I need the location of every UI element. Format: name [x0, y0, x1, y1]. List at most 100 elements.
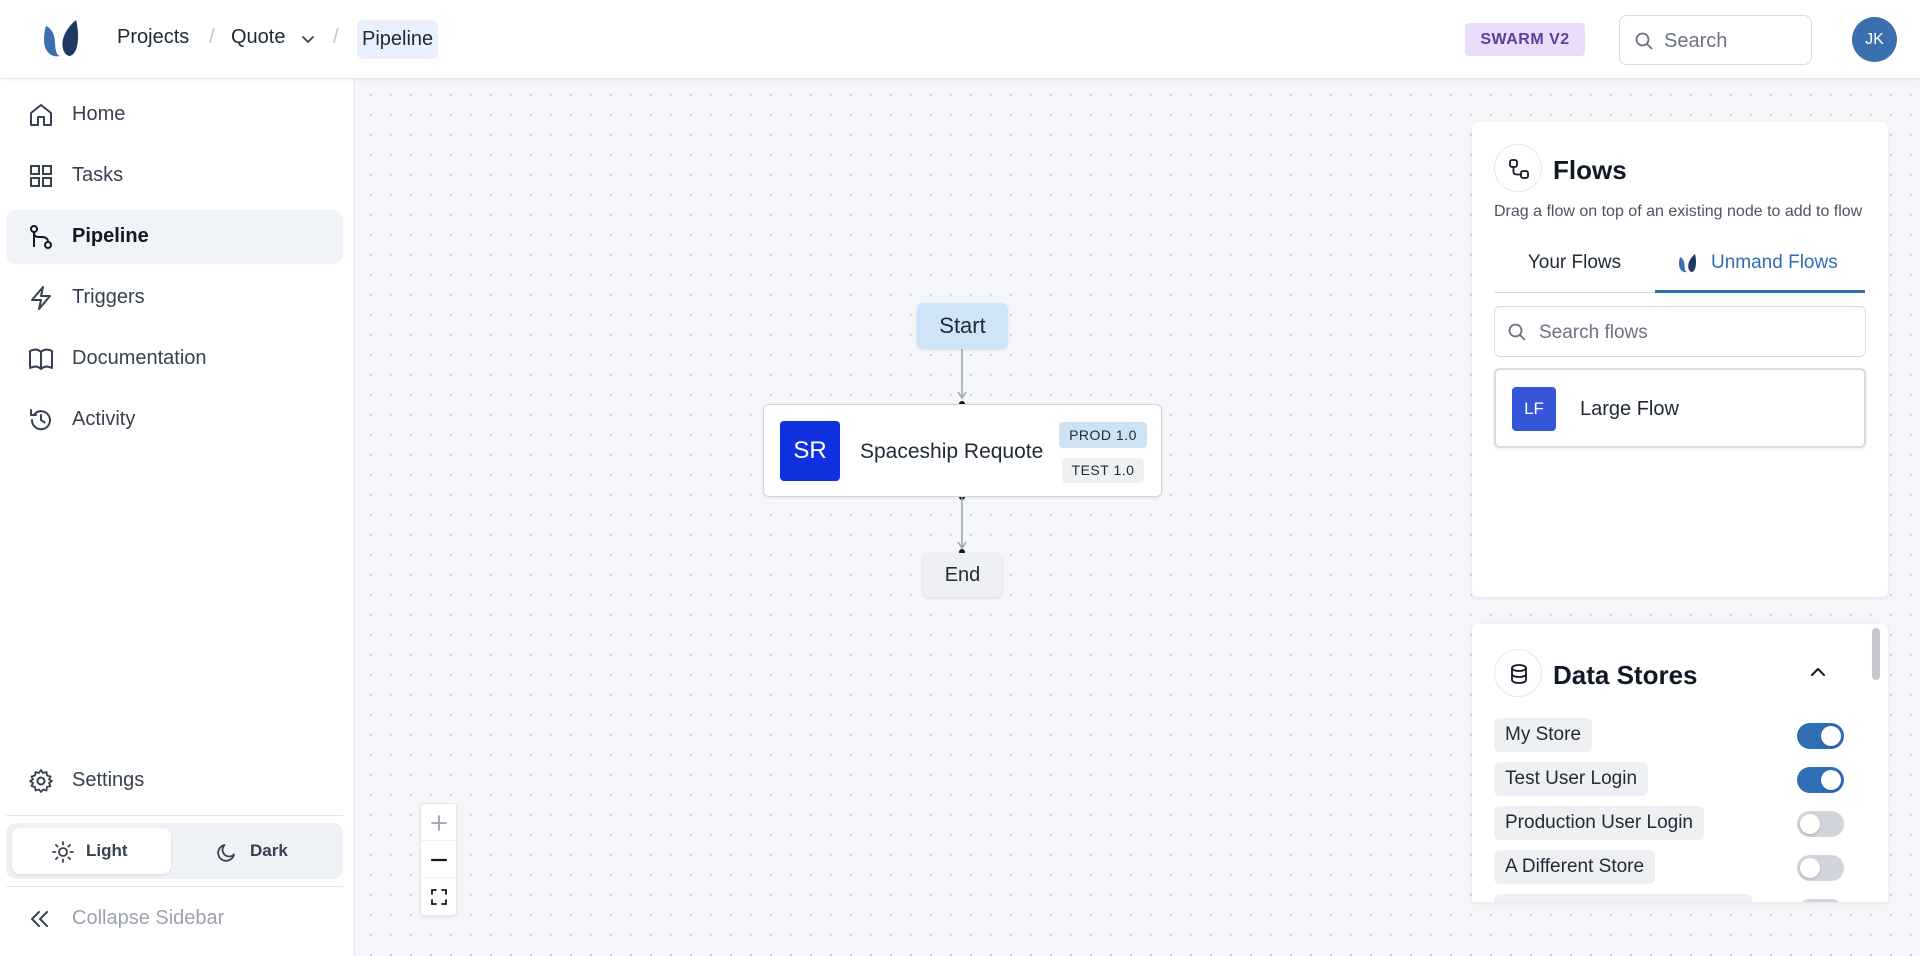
data-store-row: My Store [1494, 718, 1844, 754]
flows-title: Flows [1553, 155, 1627, 185]
sidebar-item-label: Triggers [72, 286, 145, 308]
moon-icon [217, 844, 235, 862]
sidebar-item-pipeline[interactable]: Pipeline [6, 210, 343, 264]
flow-avatar: LF [1512, 387, 1556, 431]
flow-item-label: Large Flow [1580, 398, 1679, 420]
history-icon [30, 409, 51, 431]
node-title: Spaceship Requote [860, 440, 1044, 463]
data-store-label: Production User Login [1494, 806, 1704, 840]
unmand-logo-icon [1679, 254, 1696, 273]
data-store-row: A Different Store [1494, 850, 1844, 886]
data-store-toggle[interactable] [1797, 899, 1844, 902]
sidebar-item-label: Tasks [72, 164, 124, 186]
scrollbar[interactable] [1867, 626, 1885, 902]
book-icon [29, 348, 53, 370]
breadcrumb-separator: / [333, 26, 339, 48]
scrollbar-thumb[interactable] [1872, 628, 1880, 680]
data-store-toggle[interactable] [1797, 811, 1844, 837]
search-icon [1508, 323, 1526, 341]
grid-icon [30, 165, 52, 187]
toggle-knob [1821, 726, 1841, 746]
light-theme-button[interactable]: Light [12, 828, 171, 874]
tab-label: Unmand Flows [1711, 252, 1838, 273]
sidebar-divider [6, 815, 343, 816]
data-stores-panel: Data Stores My Store Test User Login Pro… [1472, 624, 1888, 902]
sidebar-item-label: Documentation [72, 347, 207, 369]
theme-toggle: Light Dark [6, 823, 343, 879]
sidebar-item-documentation[interactable]: Documentation [6, 332, 343, 386]
chevron-up-icon[interactable] [1808, 662, 1828, 682]
data-store-row: Production User Login [1494, 806, 1844, 842]
data-stores-title: Data Stores [1553, 660, 1698, 690]
app-logo-icon[interactable] [40, 18, 80, 60]
data-store-row: Test User Login [1494, 762, 1844, 798]
fullscreen-icon [431, 889, 447, 905]
sidebar-item-label: Home [72, 103, 126, 125]
sidebar-divider [6, 886, 343, 887]
data-store-chip-partial [1494, 894, 1752, 902]
data-store-label: A Different Store [1494, 850, 1656, 884]
data-store-label: My Store [1494, 718, 1593, 752]
flows-panel: Flows Drag a flow on top of an existing … [1472, 122, 1888, 597]
toggle-knob [1800, 814, 1820, 834]
flow-search[interactable] [1494, 306, 1866, 357]
prod-version-tag: PROD 1.0 [1059, 422, 1147, 448]
end-node[interactable]: End [923, 553, 1002, 597]
flow-list-item[interactable]: LF Large Flow [1494, 368, 1866, 448]
global-search[interactable] [1619, 15, 1812, 65]
breadcrumb-pipeline[interactable]: Pipeline [357, 20, 439, 59]
data-store-toggle[interactable] [1797, 767, 1844, 793]
data-store-row-partial [1494, 894, 1844, 902]
tab-your-flows[interactable]: Your Flows [1494, 251, 1655, 293]
search-icon [1635, 32, 1653, 50]
sun-icon [52, 841, 74, 863]
data-store-toggle[interactable] [1797, 855, 1844, 881]
minus-icon [430, 858, 448, 862]
start-node[interactable]: Start [917, 303, 1008, 349]
node-avatar: SR [780, 421, 840, 481]
database-icon-badge [1494, 649, 1542, 697]
version-badge: SWARM V2 [1465, 23, 1585, 56]
sidebar-item-triggers[interactable]: Triggers [6, 271, 343, 325]
collapse-sidebar-button[interactable]: Collapse Sidebar [28, 907, 224, 936]
gear-icon [29, 769, 53, 793]
zoom-in-button[interactable] [421, 804, 456, 841]
sidebar: Home Tasks Pipeline Triggers Documentati… [0, 79, 355, 956]
double-chevron-left-icon [31, 911, 48, 927]
breadcrumb-projects[interactable]: Projects [117, 26, 189, 49]
search-input[interactable] [1664, 28, 1804, 54]
user-avatar[interactable]: JK [1852, 17, 1897, 62]
flow-search-input[interactable] [1539, 320, 1839, 346]
tab-label: Your Flows [1527, 252, 1622, 273]
toggle-knob [1821, 770, 1841, 790]
zoom-out-button[interactable] [421, 841, 456, 878]
sidebar-item-tasks[interactable]: Tasks [6, 149, 343, 203]
zoom-controls [420, 803, 457, 916]
top-header: Projects / Quote / Pipeline SWARM V2 JK [0, 0, 1920, 79]
pipeline-icon [30, 225, 52, 249]
dark-label: Dark [250, 841, 288, 860]
flows-description: Drag a flow on top of an existing node t… [1494, 203, 1863, 220]
sidebar-item-settings[interactable]: Settings [6, 754, 343, 808]
breadcrumb-quote[interactable]: Quote [231, 26, 285, 49]
sidebar-item-label: Activity [72, 408, 136, 430]
chevron-down-icon[interactable] [300, 31, 316, 47]
sidebar-item-home[interactable]: Home [6, 88, 343, 142]
breadcrumb-separator: / [209, 26, 215, 48]
flow-node[interactable]: SR Spaceship Requote PROD 1.0 TEST 1.0 [763, 404, 1162, 497]
data-store-toggle[interactable] [1797, 723, 1844, 749]
tab-unmand-flows[interactable]: Unmand Flows [1655, 251, 1865, 293]
home-icon [30, 104, 52, 126]
flows-icon-badge [1494, 144, 1542, 192]
test-version-tag: TEST 1.0 [1062, 458, 1144, 483]
sidebar-item-label: Settings [72, 769, 145, 791]
collapse-label: Collapse Sidebar [72, 907, 225, 929]
toggle-knob [1800, 858, 1820, 878]
sidebar-item-activity[interactable]: Activity [6, 393, 343, 447]
dark-theme-button[interactable]: Dark [176, 828, 335, 874]
database-icon [1511, 664, 1527, 684]
sidebar-item-label: Pipeline [72, 225, 149, 247]
light-label: Light [86, 841, 128, 860]
plus-icon [431, 815, 447, 831]
fit-view-button[interactable] [421, 878, 456, 915]
